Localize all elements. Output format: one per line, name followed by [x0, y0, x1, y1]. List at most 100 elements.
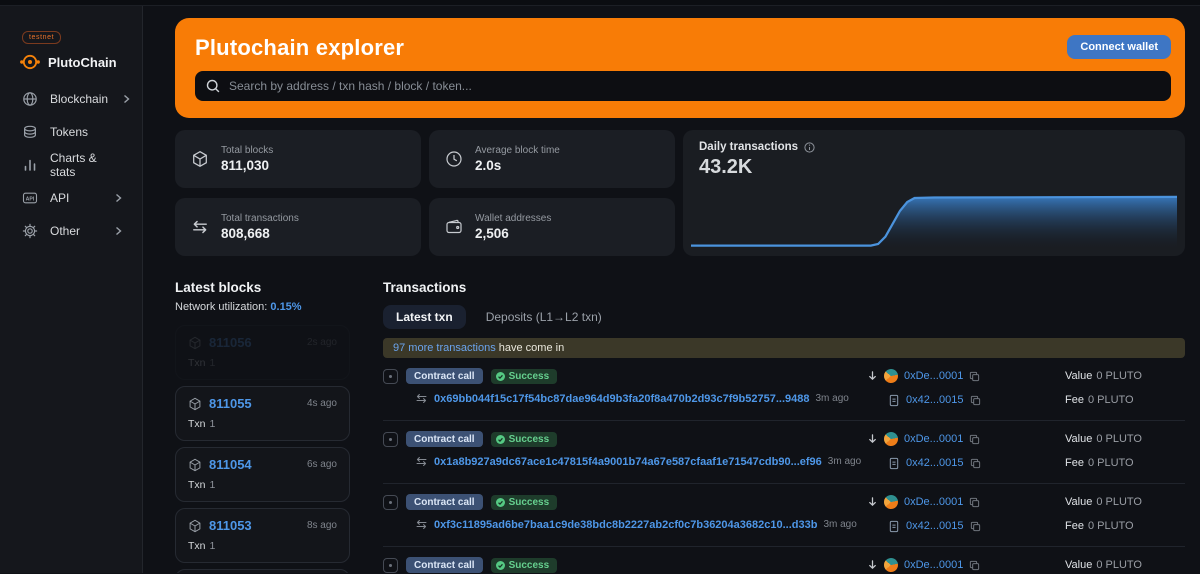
- txn-hash-link[interactable]: 0x1a8b927a9dc67ace1c47815f4a9001b74a67e5…: [434, 456, 822, 468]
- block-txn-count[interactable]: 1: [210, 479, 216, 491]
- stat-value: 811,030: [221, 158, 273, 173]
- more-transactions-link[interactable]: 97 more transactions: [393, 342, 496, 354]
- alert-text: have come in: [496, 342, 564, 354]
- arrow-down-icon: [867, 496, 878, 508]
- chevron-right-icon: [112, 192, 124, 204]
- latest-blocks-panel: Latest blocks Network utilization: 0.15%…: [175, 280, 350, 573]
- api-icon: API: [22, 190, 38, 206]
- transactions-tabs: Latest txn Deposits (L1→L2 txn): [383, 305, 1185, 329]
- search-input[interactable]: [229, 79, 1160, 93]
- stat-total-transactions: Total transactions 808,668: [175, 198, 421, 256]
- from-address-avatar: [884, 558, 898, 572]
- copy-icon[interactable]: [969, 371, 980, 382]
- sidebar-item-label: Blockchain: [50, 92, 108, 106]
- hero-banner: Plutochain explorer Connect wallet: [175, 18, 1185, 118]
- txn-success-badge: Success: [491, 369, 558, 384]
- copy-icon[interactable]: [970, 458, 981, 469]
- cube-icon: [188, 336, 202, 350]
- swap-icon: [415, 455, 428, 468]
- txn-value: 0 PLUTO: [1096, 559, 1142, 571]
- daily-transactions-card: Daily transactions 43.2K: [683, 130, 1185, 256]
- value-label: Value: [1065, 559, 1092, 571]
- from-address-link[interactable]: 0xDe...0001: [904, 370, 963, 382]
- sidebar-item-tokens[interactable]: Tokens: [0, 115, 142, 148]
- latest-blocks-title: Latest blocks: [175, 280, 350, 295]
- stat-value: 2,506: [475, 226, 551, 241]
- network-utilization-value: 0.15%: [270, 301, 301, 313]
- brand[interactable]: PlutoChain: [20, 52, 142, 72]
- block-number-link[interactable]: 811053: [209, 518, 252, 533]
- globe-icon: [22, 91, 38, 107]
- block-txn-count[interactable]: 1: [210, 540, 216, 552]
- info-icon[interactable]: [804, 142, 815, 153]
- txn-type-badge: Contract call: [406, 557, 483, 573]
- cube-icon: [188, 519, 202, 533]
- txn-status-icon[interactable]: [383, 369, 398, 384]
- txn-status-icon[interactable]: [383, 432, 398, 447]
- daily-transactions-value: 43.2K: [699, 156, 1169, 179]
- txn-type-badge: Contract call: [406, 494, 483, 510]
- txn-label: Txn: [188, 418, 206, 430]
- stat-label: Average block time: [475, 145, 560, 156]
- txn-type-badge: Contract call: [406, 368, 483, 384]
- txn-hash-link[interactable]: 0x69bb044f15c17f54bc87dae964d9b3fa20f8a4…: [434, 393, 810, 405]
- swap-icon: [415, 518, 428, 531]
- contract-icon: [888, 520, 900, 533]
- copy-icon[interactable]: [969, 560, 980, 571]
- copy-icon[interactable]: [969, 434, 980, 445]
- chevron-right-icon: [112, 225, 124, 237]
- sidebar-item-other[interactable]: Other: [0, 214, 142, 247]
- txn-value: 0 PLUTO: [1096, 496, 1142, 508]
- stat-wallet-addresses: Wallet addresses 2,506: [429, 198, 675, 256]
- fee-label: Fee: [1065, 520, 1084, 532]
- stat-total-blocks: Total blocks 811,030: [175, 130, 421, 188]
- to-address-link[interactable]: 0x42...0015: [906, 520, 964, 532]
- tab-deposits[interactable]: Deposits (L1→L2 txn): [476, 305, 612, 329]
- transaction-row: Contract call Success 0x1a8b927a9dc67ace…: [383, 421, 1185, 484]
- copy-icon[interactable]: [970, 395, 981, 406]
- cube-icon: [188, 397, 202, 411]
- from-address-link[interactable]: 0xDe...0001: [904, 559, 963, 571]
- connect-wallet-button[interactable]: Connect wallet: [1067, 35, 1171, 59]
- txn-fee: 0 PLUTO: [1088, 520, 1134, 532]
- stat-value: 808,668: [221, 226, 299, 241]
- clock-icon: [445, 150, 463, 168]
- sidebar-item-blockchain[interactable]: Blockchain: [0, 82, 142, 115]
- block-number-link[interactable]: 811054: [209, 457, 252, 472]
- value-label: Value: [1065, 496, 1092, 508]
- lower-section: Latest blocks Network utilization: 0.15%…: [175, 280, 1185, 573]
- sidebar-item-api[interactable]: API API: [0, 181, 142, 214]
- block-number-link[interactable]: 811055: [209, 396, 252, 411]
- from-address-link[interactable]: 0xDe...0001: [904, 433, 963, 445]
- copy-icon[interactable]: [970, 521, 981, 532]
- sidebar-item-charts-stats[interactable]: Charts & stats: [0, 148, 142, 181]
- txn-age: 3m ago: [816, 393, 849, 404]
- wallet-icon: [445, 218, 463, 236]
- block-txn-count[interactable]: 1: [210, 418, 216, 430]
- block-txn-count[interactable]: 1: [210, 357, 216, 369]
- txn-hash-link[interactable]: 0xf3c11895ad6be7baa1c9de38bdc8b2227ab2cf…: [434, 519, 817, 531]
- to-address-link[interactable]: 0x42...0015: [906, 457, 964, 469]
- txn-status-icon[interactable]: [383, 495, 398, 510]
- sidebar-item-label: Charts & stats: [50, 151, 124, 179]
- tab-latest-txn[interactable]: Latest txn: [383, 305, 466, 329]
- block-number-link[interactable]: 811056: [209, 335, 252, 350]
- txn-fee: 0 PLUTO: [1088, 457, 1134, 469]
- txn-status-icon[interactable]: [383, 558, 398, 573]
- gear-icon: [22, 223, 38, 239]
- from-address-link[interactable]: 0xDe...0001: [904, 496, 963, 508]
- to-address-link[interactable]: 0x42...0015: [906, 394, 964, 406]
- txn-fee: 0 PLUTO: [1088, 394, 1134, 406]
- stat-label: Wallet addresses: [475, 213, 551, 224]
- cube-icon: [188, 458, 202, 472]
- stats-section: Total blocks 811,030 Average block time …: [175, 130, 1185, 256]
- block-card: 811056 2s ago Txn1: [175, 325, 350, 380]
- block-card: 811052 Txn1: [175, 569, 350, 573]
- search-bar[interactable]: [195, 71, 1171, 101]
- stat-value: 2.0s: [475, 158, 560, 173]
- from-address-avatar: [884, 432, 898, 446]
- copy-icon[interactable]: [969, 497, 980, 508]
- stat-label: Total transactions: [221, 213, 299, 224]
- from-address-avatar: [884, 495, 898, 509]
- check-icon: [496, 561, 505, 570]
